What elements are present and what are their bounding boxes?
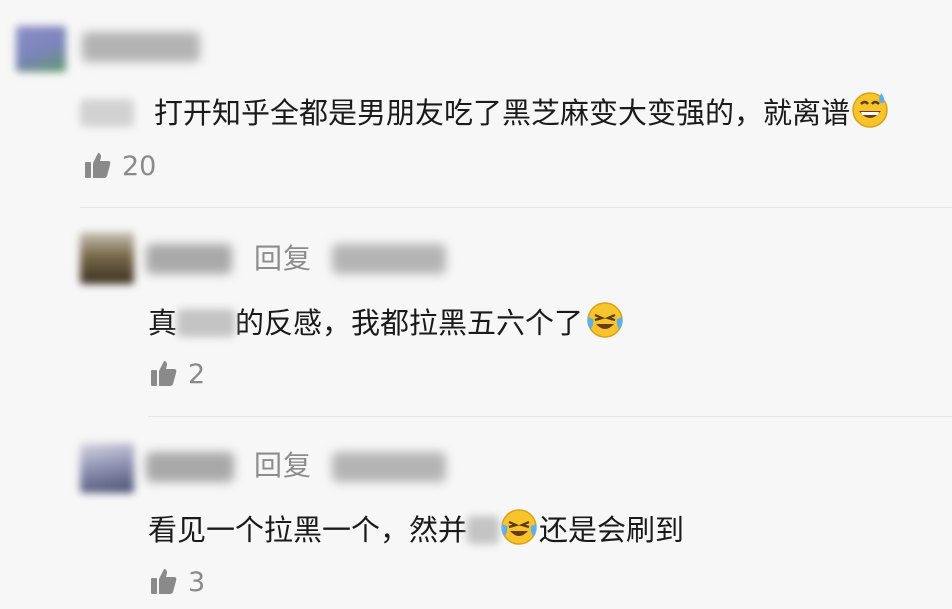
thumbs-up-icon bbox=[150, 567, 178, 599]
comment-body: 打开知乎全都是男朋友吃了黑芝麻变大变强的，就离谱 bbox=[154, 95, 851, 130]
thumbs-up-icon bbox=[150, 359, 178, 391]
comment-thread: 打开知乎全都是男朋友吃了黑芝麻变大变强的，就离谱 20 回复 真 的反感，我都拉… bbox=[0, 0, 952, 609]
like-count: 3 bbox=[188, 567, 206, 598]
like-count: 20 bbox=[122, 151, 157, 182]
crying-laughing-emoji bbox=[585, 299, 625, 346]
crying-laughing-emoji bbox=[499, 506, 539, 553]
thumbs-up-icon bbox=[84, 151, 112, 183]
grinning-sweat-emoji bbox=[850, 89, 890, 136]
like-button[interactable]: 2 bbox=[150, 359, 205, 391]
username-blurred[interactable] bbox=[146, 244, 232, 274]
comment-text: 打开知乎全都是男朋友吃了黑芝麻变大变强的，就离谱 bbox=[80, 89, 890, 136]
avatar[interactable] bbox=[80, 443, 134, 493]
username-blurred[interactable] bbox=[146, 452, 234, 482]
comment-body-part2: 还是会刷到 bbox=[539, 512, 685, 547]
reply-comment-2: 回复 看见一个拉黑一个，然并 还是会刷到 3 bbox=[0, 417, 952, 609]
comment-text: 真 的反感，我都拉黑五六个了 bbox=[148, 299, 625, 346]
comment-body-part1: 真 bbox=[148, 305, 178, 340]
reply-label: 回复 bbox=[254, 242, 313, 275]
like-count: 2 bbox=[188, 359, 206, 390]
reply-label: 回复 bbox=[254, 449, 313, 482]
avatar[interactable] bbox=[80, 232, 134, 284]
blurred-prefix bbox=[80, 98, 134, 127]
comment-1: 打开知乎全都是男朋友吃了黑芝麻变大变强的，就离谱 20 bbox=[0, 0, 952, 205]
reply-target-blurred[interactable] bbox=[332, 244, 446, 274]
blurred-word bbox=[177, 308, 236, 337]
blurred-word bbox=[467, 515, 500, 544]
avatar[interactable] bbox=[16, 26, 66, 72]
like-button[interactable]: 20 bbox=[84, 151, 156, 183]
comment-body-part2: 的反感，我都拉黑五六个了 bbox=[235, 305, 584, 340]
username-blurred[interactable] bbox=[82, 32, 200, 62]
like-button[interactable]: 3 bbox=[150, 567, 205, 599]
reply-comment-1: 回复 真 的反感，我都拉黑五六个了 2 bbox=[0, 208, 952, 416]
reply-target-blurred[interactable] bbox=[332, 452, 446, 482]
comment-text: 看见一个拉黑一个，然并 还是会刷到 bbox=[148, 506, 684, 553]
comment-body-part1: 看见一个拉黑一个，然并 bbox=[148, 512, 468, 547]
